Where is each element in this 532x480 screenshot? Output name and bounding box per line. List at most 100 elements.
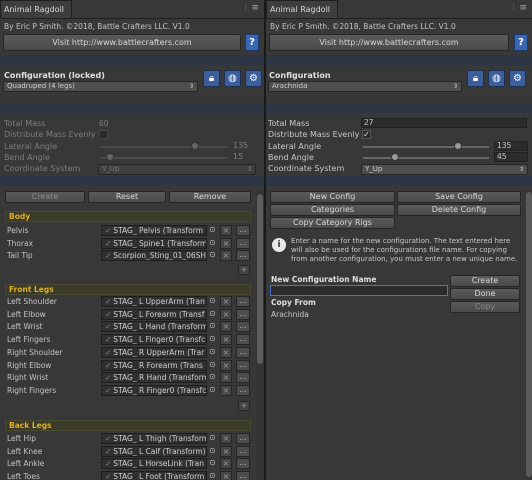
bend-angle-input[interactable]: 45 xyxy=(494,152,528,162)
front-leg-row-transform-field[interactable]: ✓ STAG_ R Forearm (Trans xyxy=(101,359,207,371)
create-button[interactable]: Create xyxy=(5,191,85,203)
object-picker-icon[interactable]: ⊙ xyxy=(209,471,216,480)
row-options-button[interactable]: … xyxy=(236,433,250,444)
remove-button[interactable]: Remove xyxy=(169,191,251,203)
object-picker-icon[interactable]: ⊙ xyxy=(209,446,216,455)
row-options-button[interactable]: … xyxy=(236,346,250,358)
remove-row-button[interactable]: × xyxy=(220,225,232,236)
back-leg-row-transform-field[interactable]: ✓ STAG_ L Foot (Transform xyxy=(101,471,207,480)
front-leg-row-transform-field[interactable]: ✓ STAG_ L Hand (Transform xyxy=(101,321,207,333)
lateral-angle-slider-handle[interactable] xyxy=(454,142,462,150)
section-body[interactable]: Body xyxy=(5,211,251,222)
coordinate-system-dropdown[interactable]: Y_Up ⇕ xyxy=(361,164,528,175)
remove-row-button[interactable]: × xyxy=(220,372,232,384)
section-front-legs[interactable]: Front Legs xyxy=(5,284,251,295)
tab-animal-ragdoll[interactable]: Animal Ragdoll xyxy=(266,0,338,18)
remove-row-button[interactable]: × xyxy=(220,334,232,346)
distribute-mass-checkbox[interactable]: ✓ xyxy=(362,130,371,139)
row-options-button[interactable]: … xyxy=(236,445,250,457)
row-options-button[interactable]: … xyxy=(236,237,250,249)
globe-button[interactable]: ◍ xyxy=(224,70,241,87)
vertical-scrollbar[interactable] xyxy=(526,190,532,480)
back-leg-row-transform-field[interactable]: ✓ STAG_ L Thigh (Transform xyxy=(101,433,207,444)
reset-button[interactable]: Reset xyxy=(88,191,166,203)
copy-button[interactable]: Copy xyxy=(450,301,520,313)
front-leg-row-transform-field[interactable]: ✓ STAG_ R UpperArm (Trar xyxy=(101,346,207,358)
row-options-button[interactable]: … xyxy=(236,372,250,384)
row-options-button[interactable]: … xyxy=(236,458,250,470)
remove-row-button[interactable]: × xyxy=(220,308,232,320)
add-body-row-button[interactable]: + xyxy=(238,265,250,275)
create-config-button[interactable]: Create xyxy=(450,275,520,287)
remove-row-button[interactable]: × xyxy=(220,296,232,307)
object-picker-icon[interactable]: ⊙ xyxy=(209,360,216,369)
remove-row-button[interactable]: × xyxy=(220,321,232,333)
remove-row-button[interactable]: × xyxy=(220,250,232,262)
config-dropdown[interactable]: Arachnida ⇕ xyxy=(268,81,462,92)
settings-button[interactable]: ⚙ xyxy=(245,70,262,87)
window-menu-icon[interactable]: ⫶ ≡ xyxy=(244,3,260,13)
remove-row-button[interactable]: × xyxy=(220,346,232,358)
globe-button[interactable]: ◍ xyxy=(488,70,505,87)
new-config-button[interactable]: New Config xyxy=(270,191,395,203)
front-leg-row-transform-field[interactable]: ✓ STAG_ L Finger0 (Transfc xyxy=(101,334,207,346)
object-picker-icon[interactable]: ⊙ xyxy=(209,433,216,442)
body-row-transform-field[interactable]: ✓ STAG_ Spine1 (Transform xyxy=(101,237,207,249)
remove-row-button[interactable]: × xyxy=(220,384,232,396)
vertical-scrollbar[interactable] xyxy=(256,190,264,480)
config-dropdown[interactable]: Quadruped (4 legs) ⇕ xyxy=(3,81,198,92)
object-picker-icon[interactable]: ⊙ xyxy=(209,296,216,305)
body-row-transform-field[interactable]: ✓ Scorpion_Sting_01_06SH xyxy=(101,250,207,262)
remove-row-button[interactable]: × xyxy=(220,237,232,249)
lock-button[interactable]: 🔒︎ xyxy=(467,70,484,87)
object-picker-icon[interactable]: ⊙ xyxy=(209,321,216,330)
object-picker-icon[interactable]: ⊙ xyxy=(209,309,216,318)
section-back-legs[interactable]: Back Legs xyxy=(5,420,251,431)
lock-button[interactable]: 🔒︎ xyxy=(203,70,220,87)
remove-row-button[interactable]: × xyxy=(220,359,232,371)
object-picker-icon[interactable]: ⊙ xyxy=(209,225,216,234)
object-picker-icon[interactable]: ⊙ xyxy=(209,250,216,259)
object-picker-icon[interactable]: ⊙ xyxy=(209,385,216,394)
scrollbar-thumb[interactable] xyxy=(257,194,263,364)
new-config-name-input[interactable] xyxy=(270,285,448,296)
categories-button[interactable]: Categories xyxy=(270,204,395,216)
row-options-button[interactable]: … xyxy=(236,225,250,236)
visit-website-button[interactable]: Visit http://www.battlecrafters.com xyxy=(3,34,241,51)
front-leg-row-transform-field[interactable]: ✓ STAG_ R Finger0 (Transfc xyxy=(101,384,207,396)
row-options-button[interactable]: … xyxy=(236,321,250,333)
bend-angle-slider-handle[interactable] xyxy=(391,153,399,161)
front-leg-row-transform-field[interactable]: ✓ STAG_ L Forearm (Transf xyxy=(101,308,207,320)
delete-config-button[interactable]: Delete Config xyxy=(397,204,521,216)
bend-angle-slider-track[interactable] xyxy=(363,157,489,159)
copy-category-rigs-button[interactable]: Copy Category Rigs xyxy=(270,217,395,229)
back-leg-row-transform-field[interactable]: ✓ STAG_ L HorseLink (Tran xyxy=(101,458,207,470)
total-mass-input[interactable]: 27 xyxy=(361,118,527,128)
help-button[interactable]: ? xyxy=(245,34,259,51)
settings-button[interactable]: ⚙ xyxy=(509,70,526,87)
row-options-button[interactable]: … xyxy=(236,471,250,480)
save-config-button[interactable]: Save Config xyxy=(397,191,521,203)
remove-row-button[interactable]: × xyxy=(220,458,232,470)
window-menu-icon[interactable]: ⫶ ≡ xyxy=(512,3,528,13)
lateral-angle-input[interactable]: 135 xyxy=(494,141,528,151)
row-options-button[interactable]: … xyxy=(236,296,250,307)
row-options-button[interactable]: … xyxy=(236,334,250,346)
remove-row-button[interactable]: × xyxy=(220,471,232,480)
row-options-button[interactable]: … xyxy=(236,359,250,371)
object-picker-icon[interactable]: ⊙ xyxy=(209,347,216,356)
scrollbar-thumb[interactable] xyxy=(526,192,532,477)
body-row-transform-field[interactable]: ✓ STAG_ Pelvis (Transform xyxy=(101,225,207,236)
front-leg-row-transform-field[interactable]: ✓ STAG_ L UpperArm (Tran xyxy=(101,296,207,307)
row-options-button[interactable]: … xyxy=(236,384,250,396)
row-options-button[interactable]: … xyxy=(236,250,250,262)
tab-animal-ragdoll[interactable]: Animal Ragdoll xyxy=(0,0,72,18)
add-front-leg-row-button[interactable]: + xyxy=(238,401,250,411)
row-options-button[interactable]: … xyxy=(236,308,250,320)
object-picker-icon[interactable]: ⊙ xyxy=(209,238,216,247)
lateral-angle-slider-track[interactable] xyxy=(363,146,489,148)
done-button[interactable]: Done xyxy=(450,288,520,300)
object-picker-icon[interactable]: ⊙ xyxy=(209,334,216,343)
back-leg-row-transform-field[interactable]: ✓ STAG_ L Calf (Transform) xyxy=(101,445,207,457)
help-button[interactable]: ? xyxy=(514,34,528,51)
